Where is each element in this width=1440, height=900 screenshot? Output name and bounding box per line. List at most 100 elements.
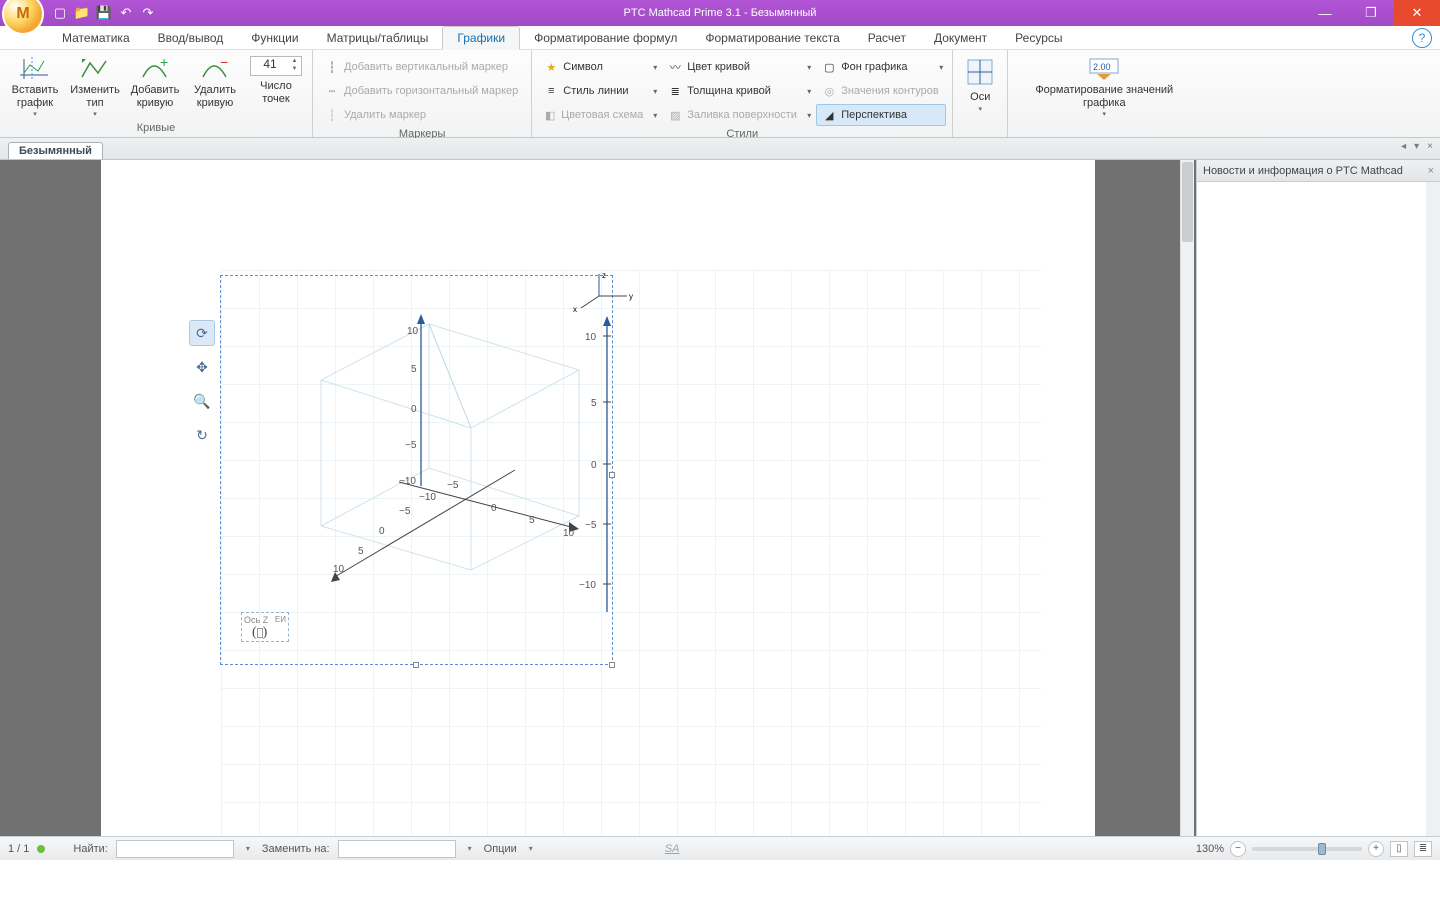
surface-fill-button: ▨Заливка поверхности▾ xyxy=(662,104,814,126)
svg-text:0: 0 xyxy=(411,404,417,415)
document-tab[interactable]: Безымянный xyxy=(8,142,103,159)
tab-close-button[interactable]: × xyxy=(1424,141,1436,152)
dropdown-icon[interactable]: ▾ xyxy=(933,63,943,72)
tab-functions[interactable]: Функции xyxy=(237,26,312,49)
tab-next-button[interactable]: ▾ xyxy=(1411,141,1422,152)
fill-icon: ▨ xyxy=(667,107,683,123)
page-indicator: 1 / 1 xyxy=(8,843,29,855)
tab-plots[interactable]: Графики xyxy=(442,26,520,50)
axes-button[interactable]: Оси ▾ xyxy=(959,54,1001,113)
svg-text:−5: −5 xyxy=(399,506,411,517)
thickness-icon: ≣ xyxy=(667,83,683,99)
svg-text:−10: −10 xyxy=(419,492,436,503)
plot-bg-button[interactable]: ▢Фон графика▾ xyxy=(816,56,946,78)
svg-text:5: 5 xyxy=(529,515,535,526)
open-icon[interactable]: 📁 xyxy=(74,5,90,21)
minimize-button[interactable]: — xyxy=(1302,0,1348,26)
svg-text:10: 10 xyxy=(585,332,597,343)
redo-icon[interactable]: ↷ xyxy=(140,5,156,21)
replace-input[interactable] xyxy=(338,840,456,858)
insert-plot-button[interactable]: Вставить график ▾ xyxy=(6,54,64,119)
maximize-button[interactable]: ❐ xyxy=(1348,0,1394,26)
dropdown-icon: ▾ xyxy=(1103,111,1107,119)
svg-text:−5: −5 xyxy=(447,480,459,491)
reset-tool[interactable]: ↻ xyxy=(189,422,215,448)
contour-values-button: ◎Значения контуров xyxy=(816,80,946,102)
tab-math[interactable]: Математика xyxy=(48,26,144,49)
zoom-tool[interactable]: 🔍 xyxy=(189,388,215,414)
close-button[interactable]: ✕ xyxy=(1394,0,1440,26)
perspective-button[interactable]: ◢Перспектива xyxy=(816,104,946,126)
draft-view-button[interactable]: ≣ xyxy=(1414,841,1432,857)
contour-icon: ◎ xyxy=(821,83,837,99)
zoom-in-button[interactable]: + xyxy=(1368,841,1384,857)
tab-document[interactable]: Документ xyxy=(920,26,1001,49)
delete-curve-icon: − xyxy=(199,56,231,82)
dropdown-icon[interactable]: ▾ xyxy=(801,63,811,72)
zoom-out-button[interactable]: − xyxy=(1230,841,1246,857)
find-input[interactable] xyxy=(116,840,234,858)
tab-prev-button[interactable]: ◂ xyxy=(1398,141,1409,152)
zoom-slider[interactable] xyxy=(1252,847,1362,851)
points-input[interactable]: 41 ▲▼ xyxy=(250,56,302,76)
tab-format-formulas[interactable]: Форматирование формул xyxy=(520,26,691,49)
close-panel-button[interactable]: × xyxy=(1428,165,1434,177)
symbol-button[interactable]: ★Символ▾ xyxy=(538,56,660,78)
undo-icon[interactable]: ↶ xyxy=(118,5,134,21)
vertical-scrollbar[interactable] xyxy=(1180,160,1194,836)
tab-io[interactable]: Ввод/вывод xyxy=(144,26,238,49)
document-page[interactable]: ⟳ ✥ 🔍 ↻ xyxy=(101,160,1095,836)
z-axis-input[interactable]: Ось Z ЕИ () xyxy=(241,612,289,642)
replace-dropdown[interactable]: ▾ xyxy=(464,844,476,853)
format-values-button[interactable]: 2.00 Форматирование значений графика ▾ xyxy=(1014,54,1194,119)
points-spinner[interactable]: ▲▼ xyxy=(289,58,300,74)
svg-text:5: 5 xyxy=(591,398,597,409)
save-icon[interactable]: 💾 xyxy=(96,5,112,21)
tab-resources[interactable]: Ресурсы xyxy=(1001,26,1076,49)
change-type-icon xyxy=(79,56,111,82)
new-icon[interactable]: ▢ xyxy=(52,5,68,21)
svg-text:10: 10 xyxy=(333,564,345,575)
insert-plot-icon xyxy=(19,56,51,82)
thickness-button[interactable]: ≣Толщина кривой▾ xyxy=(662,80,814,102)
points-label: Число точек xyxy=(260,80,292,105)
svg-text:5: 5 xyxy=(411,364,417,375)
find-label: Найти: xyxy=(73,843,107,855)
resize-handle[interactable] xyxy=(609,662,615,668)
tab-format-text[interactable]: Форматирование текста xyxy=(691,26,853,49)
pan-tool[interactable]: ✥ xyxy=(189,354,215,380)
dmarker-icon: ┆ xyxy=(324,107,340,123)
options-dropdown[interactable]: ▾ xyxy=(525,844,537,853)
svg-text:−10: −10 xyxy=(579,580,596,591)
help-button[interactable]: ? xyxy=(1412,28,1432,48)
dropdown-icon[interactable]: ▾ xyxy=(647,63,657,72)
tab-matrices[interactable]: Матрицы/таблицы xyxy=(313,26,443,49)
svg-text:y: y xyxy=(629,292,633,301)
resize-handle[interactable] xyxy=(413,662,419,668)
status-dot-icon xyxy=(37,845,45,853)
delete-marker: ┆Удалить маркер xyxy=(319,104,525,126)
find-dropdown[interactable]: ▾ xyxy=(242,844,254,853)
line-style-button[interactable]: ≡Стиль линии▾ xyxy=(538,80,660,102)
page-view-button[interactable]: ▯ xyxy=(1390,841,1408,857)
resize-handle[interactable] xyxy=(609,472,615,478)
replace-label: Заменить на: xyxy=(262,843,330,855)
delete-curve-button[interactable]: − Удалить кривую xyxy=(186,54,244,109)
change-type-button[interactable]: Изменить тип ▾ xyxy=(66,54,124,119)
dropdown-icon: ▾ xyxy=(801,111,811,120)
mini-orientation-axes: z y x xyxy=(569,272,639,312)
tab-calc[interactable]: Расчет xyxy=(854,26,920,49)
curve-color-button[interactable]: 〰Цвет кривой▾ xyxy=(662,56,814,78)
spin-tool[interactable]: ⟳ xyxy=(189,320,215,346)
options-label[interactable]: Опции xyxy=(484,843,517,855)
window-title: PTC Mathcad Prime 3.1 - Безымянный xyxy=(624,7,817,19)
svg-text:+: + xyxy=(160,54,168,70)
add-curve-button[interactable]: + Добавить кривую xyxy=(126,54,184,109)
side-scrollbar[interactable] xyxy=(1426,182,1440,836)
dropdown-icon[interactable]: ▾ xyxy=(647,87,657,96)
svg-text:x: x xyxy=(573,305,577,314)
hmarker-icon: ┅ xyxy=(324,83,340,99)
palette-icon: ◧ xyxy=(543,107,557,123)
dropdown-icon: ▾ xyxy=(979,105,983,113)
dropdown-icon[interactable]: ▾ xyxy=(801,87,811,96)
